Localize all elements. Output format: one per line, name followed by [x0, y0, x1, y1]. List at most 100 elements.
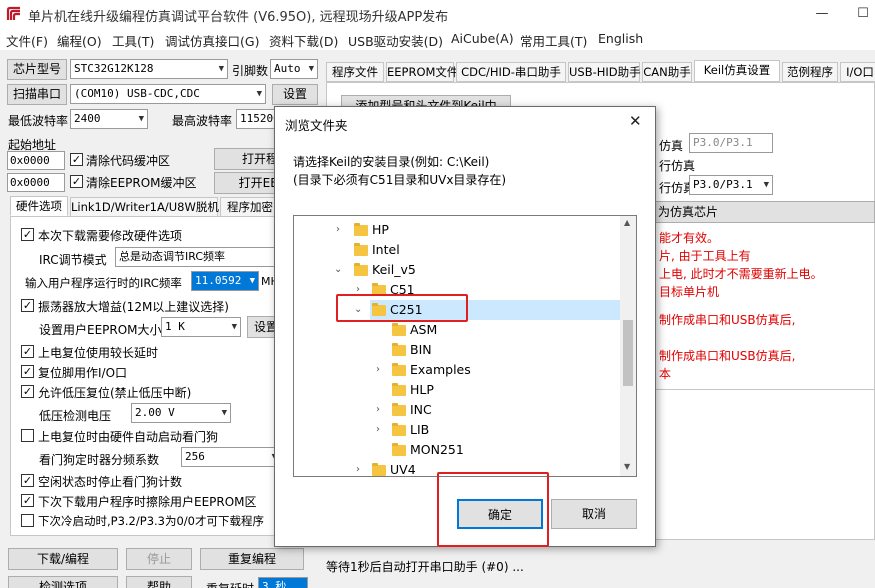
menu-english[interactable]: English [598, 31, 643, 46]
tree-item-hp[interactable]: › HP [294, 220, 620, 240]
stop-button[interactable]: 停止 [126, 548, 192, 570]
eeprom-size-select[interactable]: 1 K ▼ [161, 317, 241, 337]
sim-port-select-3[interactable]: P3.0/P3.1 ▼ [689, 175, 773, 195]
tab-io[interactable]: I/O口 [840, 62, 875, 82]
tree-item-bin[interactable]: BIN [294, 340, 620, 360]
tree-item-keil-v5[interactable]: ⌄ Keil_v5 [294, 260, 620, 280]
osc-gain-checkbox[interactable]: ✓ [21, 299, 34, 312]
tab-can[interactable]: CAN助手 [642, 62, 692, 82]
menu-program[interactable]: 编程(O) [57, 31, 102, 50]
pin-count-select[interactable]: Auto ▼ [270, 59, 318, 79]
irc-frequency-input[interactable]: 11.0592 ▼ [191, 271, 259, 291]
tree-item-mon251[interactable]: MON251 [294, 440, 620, 460]
tab-encryption[interactable]: 程序加密 [220, 197, 280, 217]
low-voltage-reset-checkbox[interactable]: ✓ [21, 385, 34, 398]
chip-model-select[interactable]: STC32G12K128 ▼ [70, 59, 228, 79]
repeat-program-button[interactable]: 重复编程 [200, 548, 304, 570]
menu-aicube[interactable]: AiCube(A) [451, 31, 514, 46]
auto-watchdog-label: 上电复位时由硬件自动启动看门狗 [38, 430, 219, 444]
irc-mode-select[interactable]: 总是动态调节IRC频率▼ [115, 247, 285, 267]
menu-download[interactable]: 资料下载(D) [269, 31, 338, 50]
modify-hw-options-checkbox[interactable]: ✓ [21, 228, 34, 241]
tab-eeprom-file[interactable]: EEPROM文件 [386, 62, 458, 82]
scroll-thumb[interactable] [623, 320, 633, 386]
idle-stop-watchdog-checkbox[interactable]: ✓ [21, 474, 34, 487]
tree-item-hlp[interactable]: HLP [294, 380, 620, 400]
tab-cdc-serial[interactable]: CDC/HID-串口助手 [456, 62, 566, 82]
port-select[interactable]: (COM10) USB-CDC,CDC ▼ [70, 84, 266, 104]
sim-port-select-1[interactable]: P3.0/P3.1 [689, 133, 773, 153]
folder-icon [392, 423, 406, 436]
repeat-delay-select[interactable]: 3 秒 [258, 577, 308, 588]
clear-code-checkbox[interactable]: ✓ [70, 153, 83, 166]
repeat-delay-label: 重复延时 [206, 580, 254, 588]
eeprom-size-label: 设置用户EEPROM大小 [39, 323, 162, 337]
chevron-right-icon[interactable]: › [376, 400, 380, 420]
chevron-down-icon: ▼ [138, 114, 144, 124]
erase-eeprom-checkbox[interactable]: ✓ [21, 494, 34, 507]
download-program-button[interactable]: 下载/编程 [8, 548, 118, 570]
min-baud-select[interactable]: 2400 ▼ [70, 109, 148, 129]
chevron-right-icon[interactable]: › [356, 460, 360, 476]
folder-icon [372, 463, 386, 476]
menu-debug[interactable]: 调试仿真接口(G) [165, 31, 259, 50]
folder-tree[interactable]: › HP Intel ⌄ Keil_v5 › C51 C251 ⌄ ASM BI… [293, 215, 637, 477]
menu-file[interactable]: 文件(F) [6, 31, 48, 50]
max-baud-label: 最高波特率 [172, 114, 233, 128]
set-sim-chip-button[interactable]: 为仿真芯片 [647, 201, 875, 223]
tab-keil-sim[interactable]: Keil仿真设置 [694, 60, 780, 82]
clear-code-label: 清除代码缓冲区 [86, 154, 171, 168]
chevron-down-icon: ▼ [249, 276, 255, 286]
chevron-right-icon[interactable]: › [336, 220, 340, 240]
p32-p33-checkbox[interactable] [21, 514, 34, 527]
code-start-address-input[interactable]: 0x0000 [7, 151, 65, 170]
folder-icon [392, 443, 406, 456]
menu-usb-driver[interactable]: USB驱动安装(D) [348, 31, 443, 50]
chevron-down-icon: ▼ [221, 408, 227, 418]
low-voltage-select[interactable]: 2.00 V ▼ [131, 403, 231, 423]
divider [647, 389, 875, 390]
tree-item-lib[interactable]: › LIB [294, 420, 620, 440]
tab-usb-hid[interactable]: USB-HID助手 [568, 62, 641, 82]
dialog-title: 浏览文件夹 [285, 118, 348, 133]
scan-port-button[interactable]: 扫描串口 [7, 84, 67, 105]
menu-tools[interactable]: 工具(T) [112, 31, 154, 50]
chevron-right-icon[interactable]: › [376, 360, 380, 380]
folder-icon [392, 323, 406, 336]
chevron-right-icon[interactable]: › [376, 420, 380, 440]
clear-eeprom-checkbox[interactable]: ✓ [70, 175, 83, 188]
tab-examples[interactable]: 范例程序 [782, 62, 838, 82]
osc-gain-label: 振荡器放大增益(12M以上建议选择) [38, 300, 229, 314]
tree-item-intel[interactable]: Intel [294, 240, 620, 260]
chevron-down-icon: ▼ [256, 89, 262, 99]
irc-frequency-label: 输入用户程序运行时的IRC频率 [25, 276, 182, 290]
tree-item-examples[interactable]: › Examples [294, 360, 620, 380]
menu-common-tools[interactable]: 常用工具(T) [520, 31, 587, 50]
close-icon[interactable]: ✕ [629, 112, 642, 130]
tab-hardware-options[interactable]: 硬件选项 [10, 196, 68, 216]
folder-icon [392, 343, 406, 356]
clear-eeprom-label: 清除EEPROM缓冲区 [86, 176, 197, 190]
scroll-down-icon[interactable]: ▼ [624, 462, 630, 471]
reset-pin-io-checkbox[interactable]: ✓ [21, 365, 34, 378]
app-logo-icon [6, 6, 20, 20]
scroll-up-icon[interactable]: ▲ [624, 218, 630, 227]
tab-program-file[interactable]: 程序文件 [326, 62, 384, 82]
title-bar: 单片机在线升级编程仿真调试平台软件 (V6.95O), 远程现场升级APP发布 … [0, 0, 875, 28]
watchdog-divider-select[interactable]: 256▼ [181, 447, 281, 467]
tab-offline-programmer[interactable]: Link1D/Writer1A/U8W脱机 [70, 197, 219, 217]
tree-item-asm[interactable]: ASM [294, 320, 620, 340]
tree-scrollbar[interactable]: ▲ ▼ [620, 216, 636, 476]
help-button[interactable]: 帮助 [126, 576, 192, 588]
check-options-button[interactable]: 检测选项 [8, 576, 118, 588]
long-reset-delay-checkbox[interactable]: ✓ [21, 345, 34, 358]
chevron-down-icon[interactable]: ⌄ [334, 260, 342, 280]
eeprom-start-address-input[interactable]: 0x0000 [7, 173, 65, 192]
port-settings-button[interactable]: 设置 [272, 84, 318, 105]
maximize-button[interactable]: ☐ [853, 4, 873, 24]
cancel-button[interactable]: 取消 [551, 499, 637, 529]
long-reset-delay-label: 上电复位使用较长延时 [38, 346, 159, 360]
auto-watchdog-checkbox[interactable] [21, 429, 34, 442]
minimize-button[interactable]: — [812, 4, 832, 24]
tree-item-inc[interactable]: › INC [294, 400, 620, 420]
